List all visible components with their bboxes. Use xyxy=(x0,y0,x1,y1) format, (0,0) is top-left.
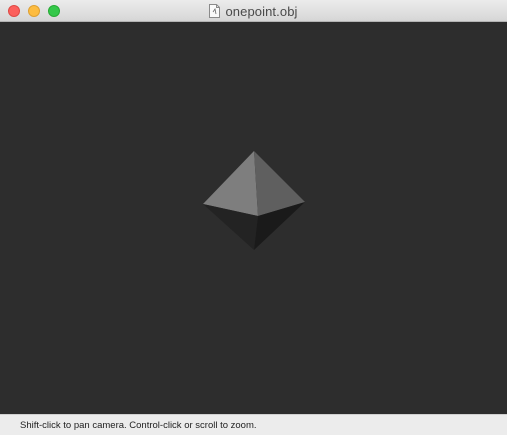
close-window-button[interactable] xyxy=(8,5,20,17)
status-bar: Shift-click to pan camera. Control-click… xyxy=(0,414,507,435)
minimize-window-button[interactable] xyxy=(28,5,40,17)
window-title: onepoint.obj xyxy=(225,3,298,19)
zoom-window-button[interactable] xyxy=(48,5,60,17)
window-title-group: onepoint.obj xyxy=(0,0,507,22)
model-canvas[interactable] xyxy=(0,22,507,414)
document-icon xyxy=(209,4,221,18)
title-bar[interactable]: onepoint.obj xyxy=(0,0,507,22)
3d-viewport[interactable] xyxy=(0,22,507,414)
viewer-window: onepoint.obj Shift-click to pan camera. … xyxy=(0,0,507,435)
status-hint-text: Shift-click to pan camera. Control-click… xyxy=(20,419,257,431)
